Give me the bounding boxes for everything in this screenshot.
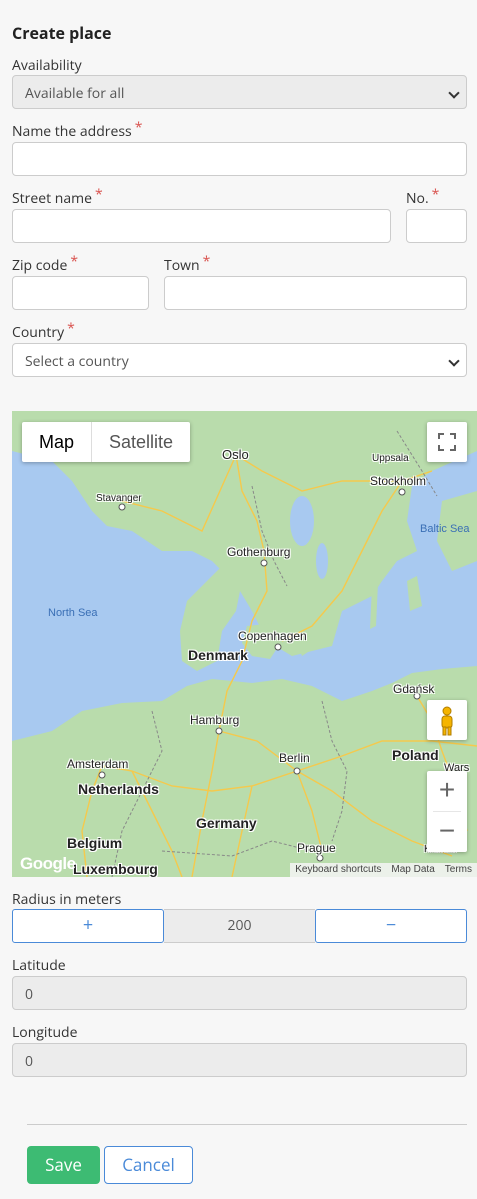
map-label-berlin: Berlin <box>279 751 310 765</box>
number-label: No. * <box>406 185 439 208</box>
fullscreen-icon <box>438 433 456 451</box>
country-label: Country * <box>12 319 75 342</box>
map-label-netherlands: Netherlands <box>78 781 159 797</box>
name-address-label-text: Name the address <box>12 122 132 141</box>
required-marker: * <box>431 185 440 204</box>
form-divider <box>27 1124 467 1125</box>
required-marker: * <box>67 319 75 338</box>
map-label-oslo: Oslo <box>222 447 249 462</box>
chevron-down-icon <box>448 87 460 99</box>
map-label-germany: Germany <box>196 815 257 831</box>
map-label-hamburg: Hamburg <box>190 713 240 727</box>
longitude-input[interactable]: 0 <box>12 1043 467 1077</box>
street-label-text: Street name <box>12 189 92 208</box>
longitude-value: 0 <box>25 1052 34 1071</box>
terms-link[interactable]: Terms <box>440 863 477 877</box>
map-label-poland: Poland <box>392 747 439 763</box>
map-label-north-sea: North Sea <box>48 607 98 619</box>
radius-stepper: + 200 − <box>12 909 467 943</box>
lake-vattern <box>316 543 328 579</box>
save-button[interactable]: Save <box>27 1146 100 1184</box>
chevron-down-icon <box>448 355 460 367</box>
town-label-text: Town <box>164 256 200 275</box>
zoom-out-button[interactable]: − <box>427 812 467 852</box>
zip-label-text: Zip code <box>12 256 68 275</box>
street-label: Street name * <box>12 185 103 208</box>
zoom-control: + − <box>427 771 467 852</box>
google-logo: Google <box>20 854 76 873</box>
map-data-link[interactable]: Map Data <box>386 863 439 877</box>
map-label-baltic-sea: Baltic Sea <box>420 523 470 535</box>
number-input[interactable] <box>406 209 467 243</box>
map-label-stockholm: Stockholm <box>370 474 427 488</box>
zip-label: Zip code * <box>12 252 78 275</box>
street-input[interactable] <box>12 209 391 243</box>
map-label-denmark: Denmark <box>188 647 248 663</box>
latitude-value: 0 <box>25 985 34 1004</box>
town-input[interactable] <box>164 276 467 310</box>
country-value: Select a country <box>25 352 129 371</box>
map-type-map-button[interactable]: Map <box>22 422 93 462</box>
latitude-input[interactable]: 0 <box>12 976 467 1010</box>
availability-select[interactable]: Available for all <box>12 75 467 109</box>
required-marker: * <box>134 118 143 137</box>
fullscreen-button[interactable] <box>427 422 467 462</box>
required-marker: * <box>70 252 79 271</box>
radius-decrease-button[interactable]: − <box>315 909 467 943</box>
pegman-icon <box>441 706 453 736</box>
map-label-copenhagen: Copenhagen <box>238 629 307 643</box>
number-label-text: No. <box>406 189 429 208</box>
page-title: Create place <box>12 22 112 44</box>
map-label-gdansk: Gdańsk <box>393 682 435 696</box>
latitude-label: Latitude <box>12 956 66 975</box>
gotland-land <box>407 576 422 611</box>
map-label-uppsala: Uppsala <box>372 453 409 464</box>
street-view-button[interactable] <box>427 700 467 740</box>
create-place-form: Create place Availability Available for … <box>0 0 477 1199</box>
radius-value: 200 <box>164 909 315 943</box>
map-label-gothenburg: Gothenburg <box>227 545 291 559</box>
lake-vanern <box>290 496 314 546</box>
required-marker: * <box>94 185 103 204</box>
name-address-label: Name the address * <box>12 118 142 141</box>
name-address-input[interactable] <box>12 142 467 176</box>
availability-value: Available for all <box>25 84 125 103</box>
town-label: Town * <box>164 252 210 275</box>
cancel-button[interactable]: Cancel <box>104 1146 193 1184</box>
map-label-belgium: Belgium <box>67 835 123 851</box>
map-type-control: Map Satellite <box>22 422 191 462</box>
map-attribution: Keyboard shortcuts Map Data Terms <box>290 863 477 877</box>
map-label-luxembourg: Luxembourg <box>73 861 158 877</box>
longitude-label: Longitude <box>12 1023 78 1042</box>
zip-input[interactable] <box>12 276 149 310</box>
map-label-amsterdam: Amsterdam <box>67 757 129 771</box>
zoom-in-button[interactable]: + <box>427 771 467 811</box>
country-select[interactable]: Select a country <box>12 343 467 377</box>
map-label-stavanger: Stavanger <box>96 493 142 504</box>
map[interactable]: Map Satellite Oslo Uppsala Stockholm Sta… <box>12 411 477 877</box>
map-type-satellite-button[interactable]: Satellite <box>92 422 190 462</box>
keyboard-shortcuts-link[interactable]: Keyboard shortcuts <box>290 863 386 877</box>
radius-label: Radius in meters <box>12 890 122 909</box>
availability-label: Availability <box>12 56 82 75</box>
required-marker: * <box>202 252 211 271</box>
map-label-prague: Prague <box>297 841 336 855</box>
radius-increase-button[interactable]: + <box>12 909 164 943</box>
country-label-text: Country <box>12 323 65 342</box>
